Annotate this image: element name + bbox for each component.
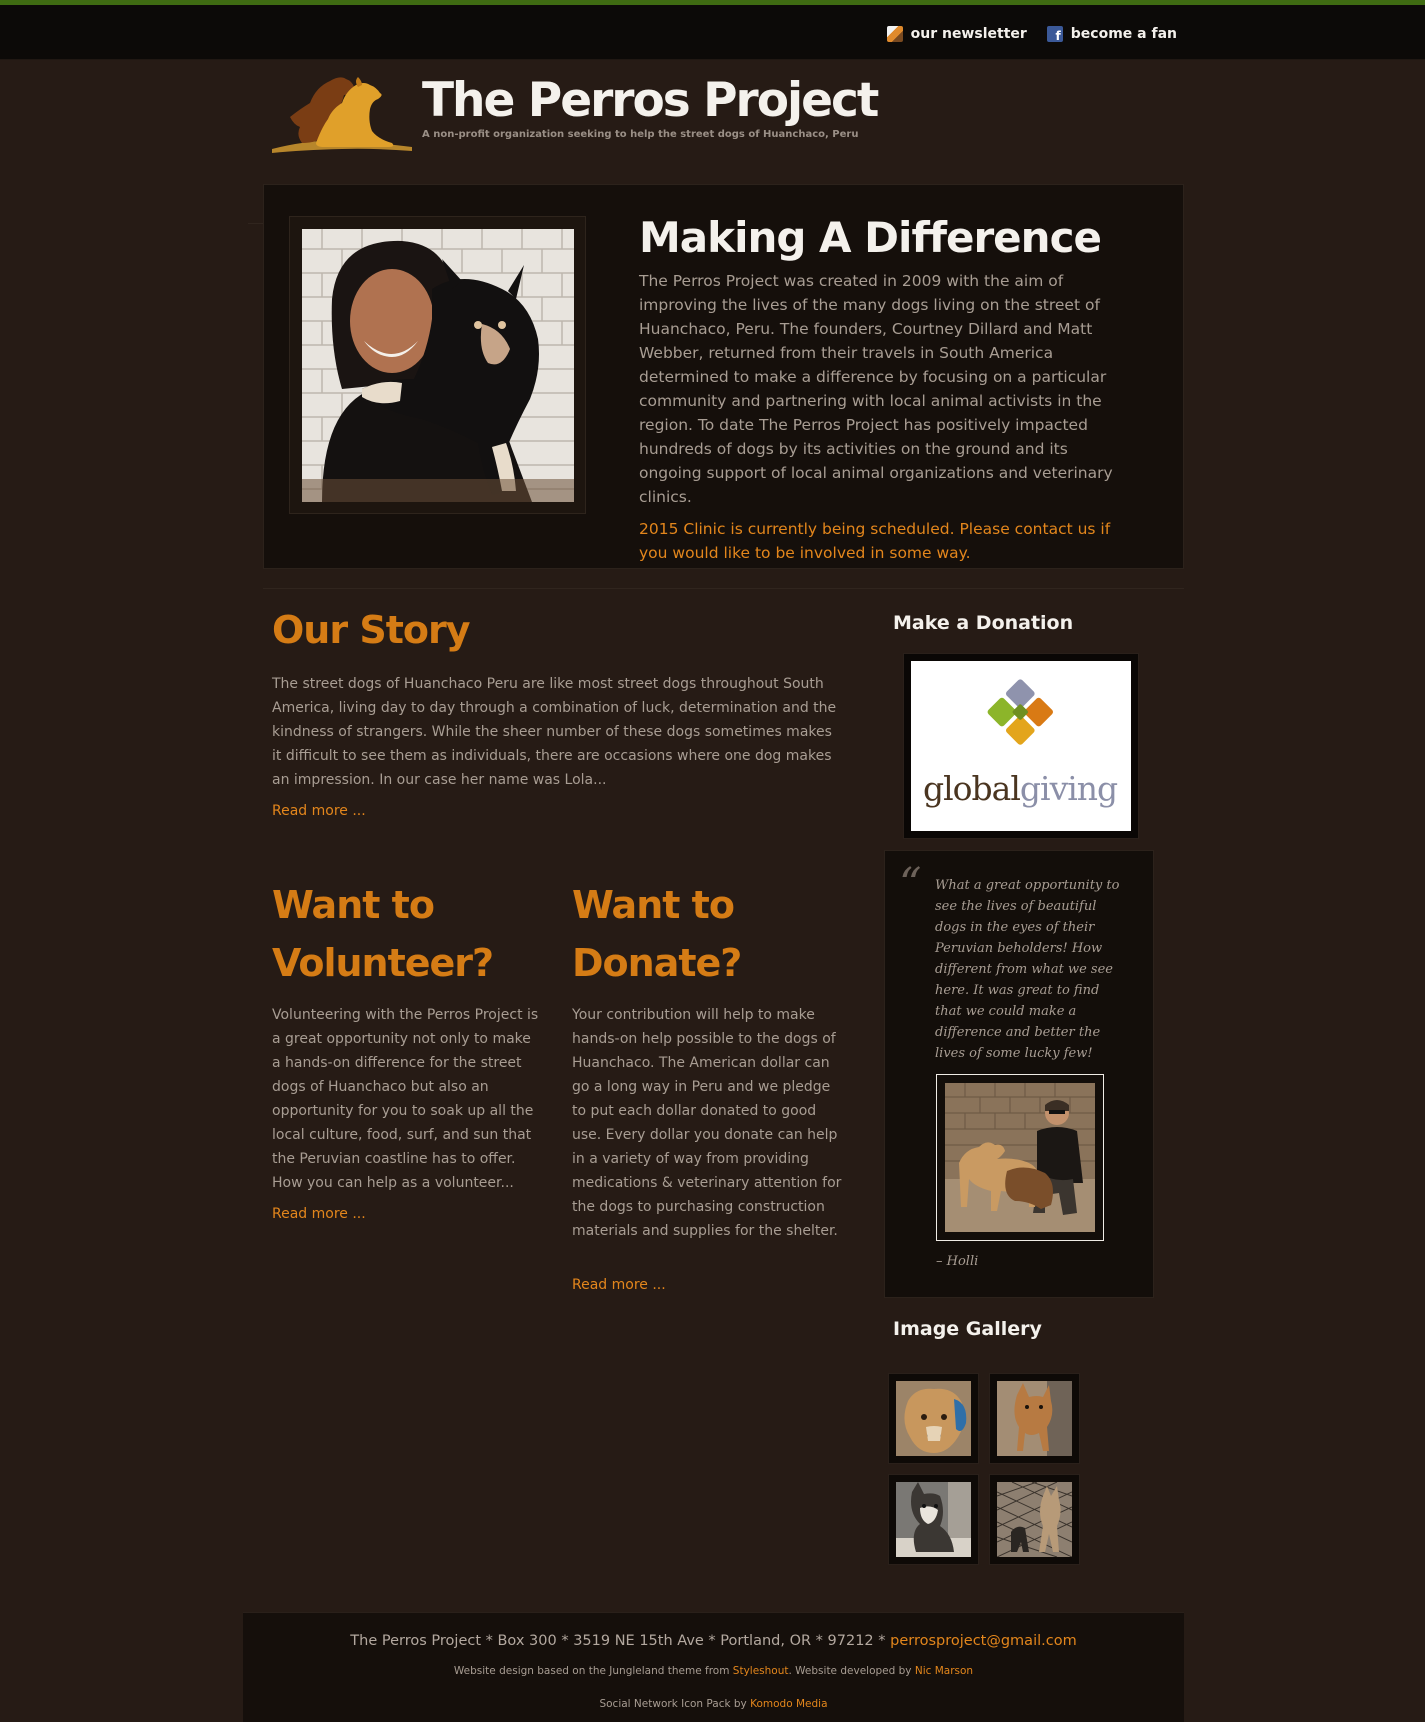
site-title[interactable]: The Perros Project [422, 73, 879, 128]
footer-icon-credits: Social Network Icon Pack by Komodo Media [243, 1698, 1184, 1710]
intro-text: The Perros Project was created in 2009 w… [639, 272, 1113, 506]
volunteer-read-more-link[interactable]: Read more ... [272, 1206, 366, 1222]
volunteer-text: Volunteering with the Perros Project is … [272, 1007, 539, 1191]
globalgiving-puzzle-icon [987, 679, 1053, 745]
intro-featured-box: Making A Difference The Perros Project w… [263, 184, 1184, 569]
globalgiving-wordmark: globalgiving [923, 769, 1118, 808]
gallery-dog-photo [997, 1381, 1072, 1456]
site-slogan: A non-profit organization seeking to hel… [422, 129, 859, 140]
footer-icon-credit-text: Social Network Icon Pack by [599, 1698, 751, 1710]
globalgiving-donate-link[interactable]: globalgiving [903, 653, 1139, 839]
newsletter-link[interactable]: our newsletter [886, 26, 1027, 42]
intro-photo-frame [289, 216, 586, 514]
dogs-logo-icon[interactable] [272, 69, 412, 153]
footer-address: The Perros Project * Box 300 * 3519 NE 1… [243, 1633, 1184, 1649]
our-story-read-more-link[interactable]: Read more ... [272, 803, 366, 819]
our-story-text: The street dogs of Huanchaco Peru are li… [272, 676, 837, 788]
testimonial-text: What a great opportunity to see the live… [935, 878, 1120, 1061]
gallery-thumb[interactable] [888, 1474, 979, 1565]
woman-holding-dog-photo [302, 229, 574, 502]
facebook-icon: f [1046, 26, 1063, 42]
gallery-dog-photo [896, 1381, 971, 1456]
komodo-media-link[interactable]: Komodo Media [750, 1698, 827, 1710]
gallery-thumb[interactable] [989, 1474, 1080, 1565]
become-fan-link[interactable]: f become a fan [1046, 26, 1177, 42]
holli-with-dogs-photo [945, 1083, 1095, 1232]
footer-credit-text-2: . Website developed by [788, 1665, 915, 1677]
testimonial-photo-frame [936, 1074, 1104, 1241]
developer-link[interactable]: Nic Marson [915, 1665, 973, 1677]
image-gallery-heading: Image Gallery [893, 1318, 1042, 1340]
donate-text: Your contribution will help to make hand… [572, 1007, 842, 1239]
newsletter-label: our newsletter [910, 26, 1027, 42]
section-divider [263, 588, 1184, 589]
top-bar: our newsletter f become a fan [0, 0, 1425, 60]
styleshout-link[interactable]: Styleshout [733, 1665, 789, 1677]
testimonial-author: – Holli [936, 1254, 979, 1269]
newsletter-icon [886, 26, 903, 42]
donate-heading: Want to Donate? [572, 883, 742, 985]
testimonial-box: “ What a great opportunity to see the li… [884, 850, 1154, 1298]
gallery-dog-photo [896, 1482, 971, 1557]
globalgiving-giving: giving [1019, 769, 1118, 808]
top-nav: our newsletter f become a fan [886, 26, 1177, 42]
make-donation-heading: Make a Donation [893, 612, 1074, 634]
footer-credits: Website design based on the Jungleland t… [243, 1665, 1184, 1677]
donate-read-more-link[interactable]: Read more ... [572, 1277, 666, 1293]
globalgiving-logo: globalgiving [911, 661, 1131, 831]
site-footer: The Perros Project * Box 300 * 3519 NE 1… [243, 1612, 1184, 1722]
footer-email-link[interactable]: perrosproject@gmail.com [890, 1633, 1077, 1649]
intro-title: Making A Difference [639, 213, 1102, 262]
clinic-notice-link[interactable]: 2015 Clinic is currently being scheduled… [639, 517, 1119, 565]
footer-credit-text: Website design based on the Jungleland t… [453, 1665, 733, 1677]
quote-mark-icon: “ [899, 859, 922, 910]
gallery-dog-photo [997, 1482, 1072, 1557]
footer-address-text: The Perros Project * Box 300 * 3519 NE 1… [350, 1633, 891, 1649]
gallery-thumb[interactable] [888, 1373, 979, 1464]
globalgiving-global: global [923, 769, 1021, 808]
gallery-thumb[interactable] [989, 1373, 1080, 1464]
volunteer-heading: Want to Volunteer? [272, 883, 494, 985]
site-header: The Perros Project A non-profit organiza… [0, 61, 1425, 224]
our-story-heading: Our Story [272, 608, 470, 652]
become-fan-label: become a fan [1070, 26, 1177, 42]
